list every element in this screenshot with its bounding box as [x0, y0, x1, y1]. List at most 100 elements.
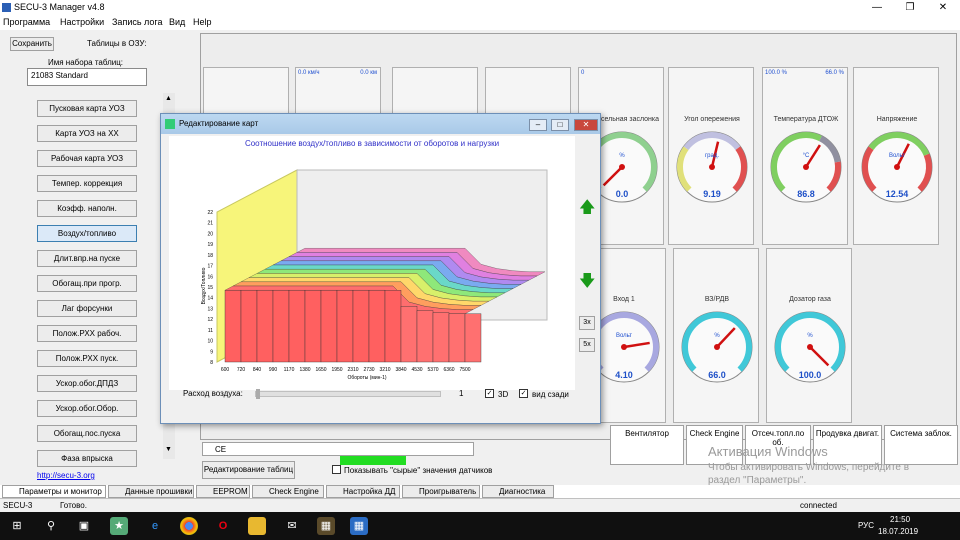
map-button[interactable]: Обогащ.пос.пуска: [37, 425, 137, 442]
tab[interactable]: Проигрыватель: [402, 485, 480, 498]
set-name-field[interactable]: 21083 Standard: [27, 68, 147, 86]
map-editor-dialog: Редактирование карт – □ ✕ Соотношение во…: [160, 113, 601, 424]
map-button[interactable]: Лаг форсунки: [37, 300, 137, 317]
x-tick-label: 3840: [395, 367, 406, 373]
tab[interactable]: Диагностика: [482, 485, 554, 498]
save-button[interactable]: Сохранить: [10, 37, 54, 51]
front-bar: [352, 290, 370, 363]
map-button[interactable]: Полож.РХХ пуск.: [37, 350, 137, 367]
language-indicator[interactable]: РУС: [858, 521, 874, 530]
chart-surface[interactable]: 8 9 10 11 12 13 14 15 16 17 18 19 20 21 22 600 720 840 990…: [169, 136, 575, 390]
tab[interactable]: Check Engine: [252, 485, 324, 498]
set-name-label: Имя набора таблиц:: [48, 58, 124, 67]
ram-tables-label: Таблицы в ОЗУ:: [87, 39, 147, 48]
y-tick-label: 19: [207, 242, 213, 248]
map-button[interactable]: Пусковая карта УОЗ: [37, 100, 137, 117]
secu3-icon[interactable]: ▦: [350, 517, 368, 535]
map-button[interactable]: Длит.впр.на пуске: [37, 250, 137, 267]
video-icon[interactable]: ▦: [317, 517, 335, 535]
clock-date: 18.07.2019: [878, 527, 919, 536]
x-tick-label: 1950: [331, 367, 342, 373]
dialog-icon: [165, 119, 175, 129]
dialog-title-bar: Редактирование карт – □ ✕: [161, 114, 600, 134]
map-button[interactable]: Темпер. коррекция: [37, 175, 137, 192]
close-button[interactable]: ✕: [928, 1, 958, 14]
gauge-unit: %: [714, 333, 720, 339]
gauge-hub: [619, 164, 625, 170]
menu-log[interactable]: Запись лога: [112, 17, 162, 27]
minimize-button[interactable]: —: [862, 1, 892, 14]
gauge-hub: [714, 344, 720, 350]
raw-values-checkbox[interactable]: [332, 465, 341, 474]
gauge: Угол опережения град. 9.19: [668, 67, 754, 245]
tab[interactable]: Данные прошивки: [108, 485, 194, 498]
taskbar: ⊞ ⚲ ▣ ★ e O ✉ ▦ ▦ РУС 21:50 18.07.2019: [0, 512, 960, 540]
gauge-title: Дозатор газа: [789, 296, 831, 303]
green-indicator: [340, 455, 406, 465]
front-bar: [272, 290, 290, 363]
app-icon: [2, 3, 11, 12]
front-bar: [400, 306, 418, 363]
folder-icon[interactable]: [248, 517, 266, 535]
tab[interactable]: Настройка ДД: [326, 485, 400, 498]
map-button[interactable]: Ускор.обог.ДПДЗ: [37, 375, 137, 392]
mail-icon[interactable]: ✉: [283, 517, 301, 535]
chrome-icon[interactable]: [180, 517, 198, 535]
map-button[interactable]: Полож.РХХ рабоч.: [37, 325, 137, 342]
opera-icon[interactable]: O: [214, 517, 232, 535]
y-tick-label: 21: [207, 221, 213, 227]
edge-icon[interactable]: e: [146, 517, 164, 535]
y-tick-label: 20: [207, 231, 213, 237]
airflow-slider-thumb[interactable]: [256, 389, 260, 399]
map-button[interactable]: Рабочая карта УОЗ: [37, 150, 137, 167]
maximize-button[interactable]: ❐: [895, 1, 925, 14]
menu-view[interactable]: Вид: [169, 17, 185, 27]
map-button[interactable]: Обогащ.при прогр.: [37, 275, 137, 292]
scroll-down-icon[interactable]: ▼: [165, 446, 172, 453]
checkbox-3d[interactable]: ✓: [485, 389, 494, 398]
zoom-3x-button[interactable]: 3x: [579, 316, 595, 330]
x-tick-label: 720: [237, 367, 246, 373]
dialog-close-button[interactable]: ✕: [574, 119, 598, 131]
tab[interactable]: Параметры и монитор: [2, 485, 106, 498]
tab[interactable]: EEPROM: [196, 485, 250, 498]
airflow-slider[interactable]: [255, 389, 441, 399]
dialog-minimize-button[interactable]: –: [529, 119, 547, 131]
zoom-5x-button[interactable]: 5x: [579, 338, 595, 352]
website-link[interactable]: http://secu-3.org: [37, 471, 95, 480]
dialog-maximize-button[interactable]: □: [551, 119, 569, 131]
y-axis-label: Воздух/Топливо: [201, 267, 207, 304]
front-bar: [384, 290, 402, 363]
gauge-title: Угол опережения: [684, 116, 740, 123]
gauge-title: ВЗ/РДВ: [704, 296, 730, 303]
map-button[interactable]: Воздух/топливо: [37, 225, 137, 242]
map-button[interactable]: Фаза впрыска: [37, 450, 137, 467]
menu-program[interactable]: Программа: [3, 17, 50, 27]
menu-help[interactable]: Help: [193, 17, 212, 27]
x-tick-label: 990: [269, 367, 278, 373]
ce-indicator-row: CE: [202, 442, 474, 456]
app-icon-1[interactable]: ★: [110, 517, 128, 535]
y-tick-label: 13: [207, 306, 213, 312]
map-button[interactable]: Коэфф. наполн.: [37, 200, 137, 217]
gauge-top-right: 0.0 км: [360, 70, 377, 76]
map-button[interactable]: Ускор.обог.Обор.: [37, 400, 137, 417]
gauge-hub: [894, 164, 900, 170]
search-icon[interactable]: ⚲: [42, 517, 60, 535]
gauge-top-left: 0.0 км/ч: [298, 70, 320, 76]
arrow-down-button[interactable]: 🡇: [579, 274, 595, 290]
start-icon[interactable]: ⊞: [8, 517, 26, 535]
x-tick-label: 1650: [315, 367, 326, 373]
window-title: SECU-3 Manager v4.8: [14, 2, 105, 12]
menu-settings[interactable]: Настройки: [60, 17, 104, 27]
edit-tables-button[interactable]: Редактирование таблиц: [202, 461, 295, 479]
indicator-cell: Вентилятор: [610, 425, 684, 465]
scroll-up-icon[interactable]: ▲: [165, 95, 172, 102]
arrow-up-button[interactable]: 🡅: [579, 200, 595, 216]
task-view-icon[interactable]: ▣: [75, 517, 93, 535]
gauge: 100.0 % 66.0 % Температура ДТОЖ °C 86.8: [762, 67, 848, 245]
clock-time: 21:50: [890, 515, 911, 524]
checkbox-back-view[interactable]: ✓: [519, 389, 528, 398]
map-button[interactable]: Карта УОЗ на ХХ: [37, 125, 137, 142]
watermark-line2: Чтобы активировать Windows, перейдите в: [708, 462, 910, 473]
